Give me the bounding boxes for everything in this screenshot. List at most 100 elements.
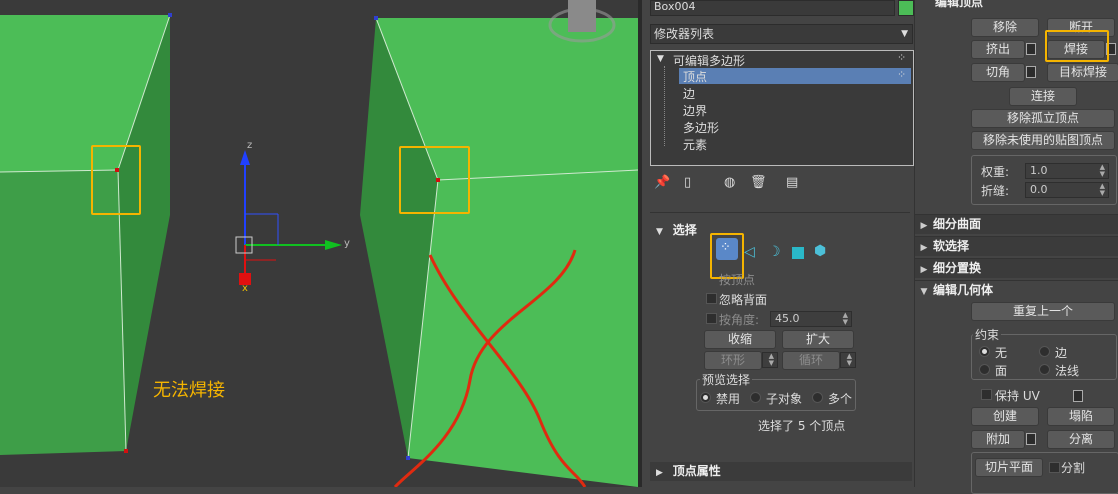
preview-subobject-radio[interactable] [750,392,761,403]
preview-disabled-radio[interactable] [700,392,711,403]
attach-settings-icon[interactable] [1026,433,1036,445]
subdivision-surface-rollout[interactable]: ▶ 细分曲面 [915,214,1118,234]
create-button[interactable]: 创建 [971,407,1039,426]
constraint-none-label: 无 [995,346,1008,360]
edit-geometry-rollout[interactable]: ▼ 编辑几何体 [915,280,1118,300]
vertex-properties-rollout-header[interactable]: ▶ 顶点属性 [650,462,912,481]
weight-spinner[interactable]: 1.0 ▲ ▼ [1025,163,1109,179]
subdivision-displacement-rollout[interactable]: ▶ 细分置换 [915,258,1118,278]
show-end-result-icon[interactable]: ▯ [684,175,691,190]
polygon-mode-icon[interactable] [792,247,804,259]
remove-button[interactable]: 移除 [971,18,1039,37]
collapse-button[interactable]: 塌陷 [1047,407,1115,426]
loop-spinner[interactable]: ▲ ▼ [840,352,856,368]
constraint-edge-radio[interactable] [1039,346,1050,357]
modifier-stack[interactable]: ▼ 可编辑多边形 ⁘ 顶点 ⁘ 边 边界 多边形 元素 [650,50,914,166]
viewport[interactable]: z y x 无法焊接 [0,0,638,487]
crease-value: 0.0 [1030,183,1048,196]
weld-fail-annotation: 无法焊接 [153,380,225,401]
remove-unused-map-button[interactable]: 移除未使用的贴图顶点 [971,131,1115,150]
chamfer-settings-icon[interactable] [1026,66,1036,78]
angle-spinner[interactable]: 45.0 ▲ ▼ [770,311,852,327]
preserve-uv-label: 保持 UV [995,389,1040,403]
split-label: 分割 [1061,461,1086,475]
repeat-last-button[interactable]: 重复上一个 [971,302,1115,321]
spinner-arrows-icon: ▲ ▼ [842,311,848,326]
expand-arrow-icon: ▶ [920,265,928,275]
extrude-button[interactable]: 挤出 [971,40,1025,59]
chamfer-button[interactable]: 切角 [971,63,1025,82]
configure-sets-icon[interactable]: ▤ [786,175,798,190]
constraint-face-radio[interactable] [979,364,990,375]
collapse-arrow-icon: ▼ [656,227,663,237]
spinner-arrows-icon: ▲ ▼ [768,352,774,367]
extrude-settings-icon[interactable] [1026,43,1036,55]
preview-disabled-label: 禁用 [716,392,741,406]
object-name-field[interactable]: Box004 [650,0,895,16]
stack-item-vertex[interactable]: 顶点 [683,68,707,85]
selection-status: 选择了 5 个顶点 [758,419,846,433]
panel-divider [650,212,910,213]
selection-rollout-header[interactable]: ▼ 选择 [650,221,912,239]
axis-label-x: x [242,283,248,294]
by-angle-checkbox[interactable] [706,313,717,324]
constraint-edge-label: 边 [1055,346,1068,360]
stack-item-selected-bg [679,68,911,84]
preserve-uv-checkbox[interactable] [981,389,992,400]
stack-root-config-icon[interactable]: ⁘ [897,51,906,64]
ignore-backfacing-checkbox[interactable] [706,293,717,304]
preserve-uv-settings-icon[interactable] [1073,390,1083,402]
crease-spinner[interactable]: 0.0 ▲ ▼ [1025,182,1109,198]
edit-geometry-title: 编辑几何体 [933,283,994,297]
constraint-normal-radio[interactable] [1039,364,1050,375]
remove-isolated-button[interactable]: 移除孤立顶点 [971,109,1115,128]
stack-item-vertex-icon: ⁘ [897,68,907,81]
object-color-swatch[interactable] [898,0,914,16]
vertex-properties-title: 顶点属性 [672,464,721,478]
ring-spinner[interactable]: ▲ ▼ [762,352,778,368]
stack-root-label[interactable]: 可编辑多边形 [673,52,745,69]
stack-item-edge[interactable]: 边 [683,85,695,102]
soft-selection-rollout[interactable]: ▶ 软选择 [915,236,1118,256]
shrink-button[interactable]: 收缩 [704,330,776,349]
make-unique-icon[interactable]: ◍ [724,175,735,190]
stack-item-polygon[interactable]: 多边形 [683,119,719,136]
constraint-none-radio[interactable] [979,346,990,357]
stack-item-element[interactable]: 元素 [683,136,707,153]
target-weld-button[interactable]: 目标焊接 [1047,63,1118,82]
weld-button-highlight [1045,30,1109,62]
expand-arrow-icon: ▶ [920,221,928,231]
loop-button[interactable]: 循环 [782,351,840,370]
spinner-arrows-icon: ▲ ▼ [1099,182,1105,197]
weight-label: 权重: [981,165,1010,179]
element-mode-icon[interactable]: ⬢ [814,243,826,259]
modifier-list-dropdown[interactable]: 修改器列表 ▼ [650,24,913,44]
preview-selection-title: 预览选择 [700,371,753,388]
split-checkbox[interactable] [1049,462,1060,473]
connect-button[interactable]: 连接 [1009,87,1077,106]
stack-tree-line [664,66,665,146]
crease-label: 折缝: [981,184,1010,198]
command-panel: Box004 修改器列表 ▼ ▼ 可编辑多边形 ⁘ 顶点 ⁘ 边 边界 多边形 … [642,0,914,487]
remove-modifier-icon[interactable]: 🗑 [750,175,767,190]
preview-subobject-label: 子对象 [766,392,803,406]
viewport-scene [0,0,638,487]
slice-plane-button[interactable]: 切片平面 [975,458,1043,477]
constraint-normal-label: 法线 [1055,364,1080,378]
border-mode-icon[interactable]: ☽ [768,244,781,260]
constraint-face-label: 面 [995,364,1008,378]
edge-mode-icon[interactable]: ◁ [744,244,755,260]
ignore-backfacing-label: 忽略背面 [719,293,768,307]
detach-button[interactable]: 分离 [1047,430,1115,449]
left-vertex-highlight [91,145,141,215]
ring-button[interactable]: 环形 [704,351,762,370]
stack-root-arrow-icon[interactable]: ▼ [657,54,664,64]
axis-label-y: y [344,238,350,249]
by-angle-label: 按角度: [719,313,760,327]
preview-multi-radio[interactable] [812,392,823,403]
collapse-arrow-icon: ▼ [920,287,928,297]
grow-button[interactable]: 扩大 [782,330,854,349]
pin-stack-icon[interactable]: 📌 [654,175,670,190]
stack-item-border[interactable]: 边界 [683,102,707,119]
attach-button[interactable]: 附加 [971,430,1025,449]
